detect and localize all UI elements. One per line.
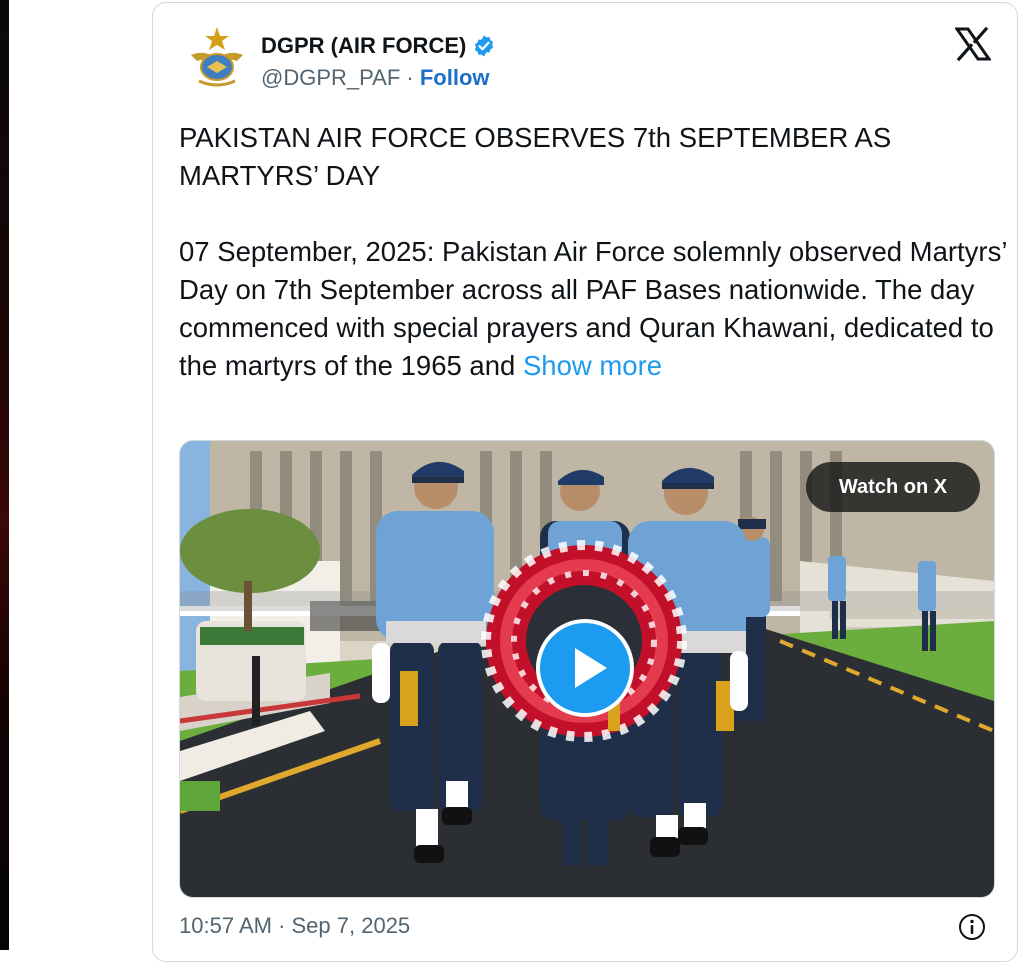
- author-handle[interactable]: @DGPR_PAF: [261, 65, 400, 90]
- show-more-link[interactable]: Show more: [523, 350, 662, 381]
- watch-on-x-button[interactable]: Watch on X: [806, 462, 980, 512]
- author-name-row[interactable]: DGPR (AIR FORCE): [261, 33, 496, 59]
- author-name[interactable]: DGPR (AIR FORCE): [261, 33, 466, 59]
- background-left-edge: [0, 0, 9, 950]
- author-handle-row: @DGPR_PAF · Follow: [261, 65, 490, 91]
- paf-eagle-emblem-icon[interactable]: [187, 25, 247, 91]
- separator: ·: [400, 65, 420, 90]
- tweet-headline: PAKISTAN AIR FORCE OBSERVES 7th SEPTEMBE…: [179, 122, 892, 191]
- tweet-paragraph: 07 September, 2025: Pakistan Air Force s…: [179, 233, 1009, 385]
- follow-button[interactable]: Follow: [420, 65, 490, 90]
- x-logo-icon[interactable]: [955, 27, 991, 61]
- verified-badge-icon: [475, 35, 494, 57]
- tweet-timestamp[interactable]: 10:57 AM · Sep 7, 2025: [179, 913, 410, 939]
- video-media[interactable]: Watch on X: [179, 440, 995, 898]
- tweet-card[interactable]: DGPR (AIR FORCE) @DGPR_PAF · Follow PAKI…: [152, 2, 1018, 962]
- tweet-text: PAKISTAN AIR FORCE OBSERVES 7th SEPTEMBE…: [179, 119, 1009, 385]
- info-icon[interactable]: [957, 912, 987, 942]
- play-icon[interactable]: [535, 618, 635, 718]
